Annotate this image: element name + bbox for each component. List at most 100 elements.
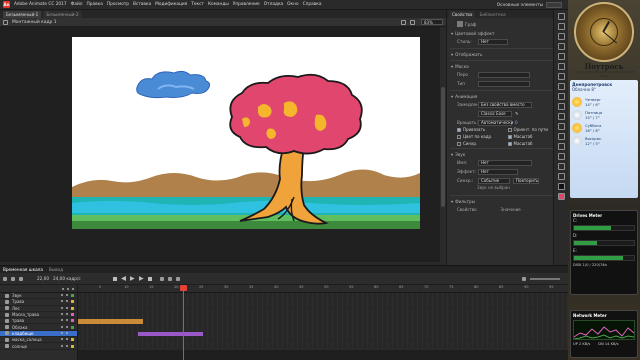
menu-insert[interactable]: Вставка (133, 2, 151, 7)
rotate-select[interactable]: Автоматически (478, 119, 513, 126)
outline-icon[interactable] (72, 287, 74, 290)
layer-color-icon[interactable] (71, 338, 74, 342)
layer-color-icon[interactable] (71, 325, 74, 329)
center-stage-icon[interactable] (410, 19, 415, 25)
edit-ease-icon[interactable]: ✎ (515, 111, 519, 116)
eyedropper-tool-icon[interactable] (557, 133, 565, 140)
check-sync[interactable]: Синхр. (457, 141, 508, 146)
layer-color-icon[interactable] (71, 300, 74, 304)
stroke-color-swatch[interactable] (557, 183, 565, 190)
doc-tab-2[interactable]: Безымянный-2 (43, 11, 82, 18)
sound-effect-select[interactable]: Нет (478, 168, 518, 175)
check-snap[interactable]: Привязать (457, 127, 508, 132)
menu-edit[interactable]: Правка (87, 2, 103, 7)
frame-readout[interactable]: 22,00 (37, 276, 49, 281)
last-frame-icon[interactable] (147, 276, 152, 281)
check-color[interactable]: Цвет по кадр. (457, 134, 508, 139)
check-orient[interactable]: Ориент. по пути (507, 127, 559, 132)
check-scale[interactable]: Масштаб (507, 134, 559, 139)
step-back-icon[interactable] (121, 276, 126, 281)
lasso-tool-icon[interactable] (557, 43, 565, 50)
layer-color-icon[interactable] (71, 313, 74, 317)
visibility-dot-icon[interactable] (61, 325, 63, 328)
lock-dot-icon[interactable] (66, 319, 68, 322)
menu-modify[interactable]: Модификация (155, 2, 187, 7)
section-display[interactable]: ▾ Отображать (447, 51, 568, 58)
brush-tool-icon[interactable] (557, 103, 565, 110)
ease-select[interactable]: Без свойства вместо (478, 101, 532, 108)
tab-output[interactable]: Вывод (49, 267, 63, 272)
eye-icon[interactable] (62, 287, 64, 290)
onion-skin-icon[interactable] (167, 276, 172, 281)
workspace-dropdown[interactable] (546, 2, 562, 8)
section-mask[interactable]: ▾ Маска (447, 63, 568, 70)
menu-text[interactable]: Текст (191, 2, 204, 7)
layer-color-icon[interactable] (71, 306, 74, 310)
first-frame-icon[interactable] (112, 276, 117, 281)
scene-back-icon[interactable] (3, 19, 8, 25)
menu-debug[interactable]: Отладка (264, 2, 283, 7)
rectangle-tool-icon[interactable] (557, 83, 565, 90)
type-input[interactable] (478, 80, 530, 87)
visibility-dot-icon[interactable] (61, 319, 63, 322)
fill-color-swatch[interactable] (557, 193, 565, 200)
doc-tab-1[interactable]: Безымянный-1 (3, 11, 42, 18)
pen-tool-icon[interactable] (557, 53, 565, 60)
edit-symbols-icon[interactable] (401, 19, 406, 25)
new-layer-icon[interactable] (3, 276, 7, 281)
tab-timeline[interactable]: Временная шкала (3, 267, 43, 272)
text-tool-icon[interactable] (557, 63, 565, 70)
selection-tool-icon[interactable] (557, 13, 565, 20)
lock-dot-icon[interactable] (66, 331, 68, 334)
step-forward-icon[interactable] (138, 276, 144, 281)
visibility-dot-icon[interactable] (61, 300, 63, 303)
playhead-line[interactable] (183, 285, 184, 360)
scene-name[interactable]: Монтажный кадр 1 (12, 20, 57, 25)
visibility-dot-icon[interactable] (61, 294, 63, 297)
tab-library[interactable]: Библиотека (476, 11, 509, 18)
sound-repeat-select[interactable]: Повторить (513, 177, 539, 184)
lock-dot-icon[interactable] (66, 300, 68, 303)
menu-view[interactable]: Просмотр (107, 2, 129, 7)
layer-color-icon[interactable] (71, 331, 74, 335)
section-color-effect[interactable]: ▾ Цветовой эффект (447, 30, 568, 37)
workspace-switcher[interactable]: Основные элементы (497, 2, 562, 8)
lock-dot-icon[interactable] (66, 306, 68, 309)
zoom-timeline-icon[interactable] (522, 276, 526, 281)
stage-canvas[interactable] (72, 37, 420, 229)
pen-input[interactable] (478, 71, 530, 78)
section-animation[interactable]: ▾ Анимация (447, 93, 568, 100)
timeline-zoom-slider[interactable] (530, 277, 560, 280)
free-transform-tool-icon[interactable] (557, 33, 565, 40)
play-icon[interactable] (129, 276, 135, 281)
lock-dot-icon[interactable] (66, 294, 68, 297)
visibility-dot-icon[interactable] (61, 338, 63, 341)
lock-dot-icon[interactable] (66, 344, 68, 347)
classic-ease-button[interactable]: Classic Ease (478, 110, 512, 117)
tween-span[interactable] (138, 331, 203, 337)
check-scale-2[interactable]: Масштаб (507, 141, 559, 146)
subselect-tool-icon[interactable] (557, 23, 565, 30)
scroll-thumb[interactable] (441, 87, 445, 207)
lock-dot-icon[interactable] (66, 313, 68, 316)
hand-tool-icon[interactable] (557, 163, 565, 170)
visibility-dot-icon[interactable] (61, 331, 63, 334)
lock-dot-icon[interactable] (66, 325, 68, 328)
line-tool-icon[interactable] (557, 73, 565, 80)
visibility-dot-icon[interactable] (61, 344, 63, 347)
tween-span[interactable] (78, 319, 143, 324)
layer-color-icon[interactable] (71, 319, 74, 323)
layer-color-icon[interactable] (71, 294, 74, 298)
loop-icon[interactable] (159, 276, 164, 281)
menu-file[interactable]: Файл (71, 2, 83, 7)
lock-dot-icon[interactable] (66, 338, 68, 341)
bone-tool-icon[interactable] (557, 113, 565, 120)
sound-sync-select[interactable]: Событие (478, 177, 510, 184)
tab-properties[interactable]: Свойства (449, 11, 476, 18)
paint-bucket-tool-icon[interactable] (557, 123, 565, 130)
zoom-select[interactable]: 83% (421, 19, 443, 25)
sound-name-select[interactable]: Нет (478, 159, 532, 166)
frame-row[interactable] (78, 343, 568, 350)
rotate-count[interactable]: 0 (515, 120, 518, 125)
layer-row[interactable]: солнце (0, 343, 77, 350)
